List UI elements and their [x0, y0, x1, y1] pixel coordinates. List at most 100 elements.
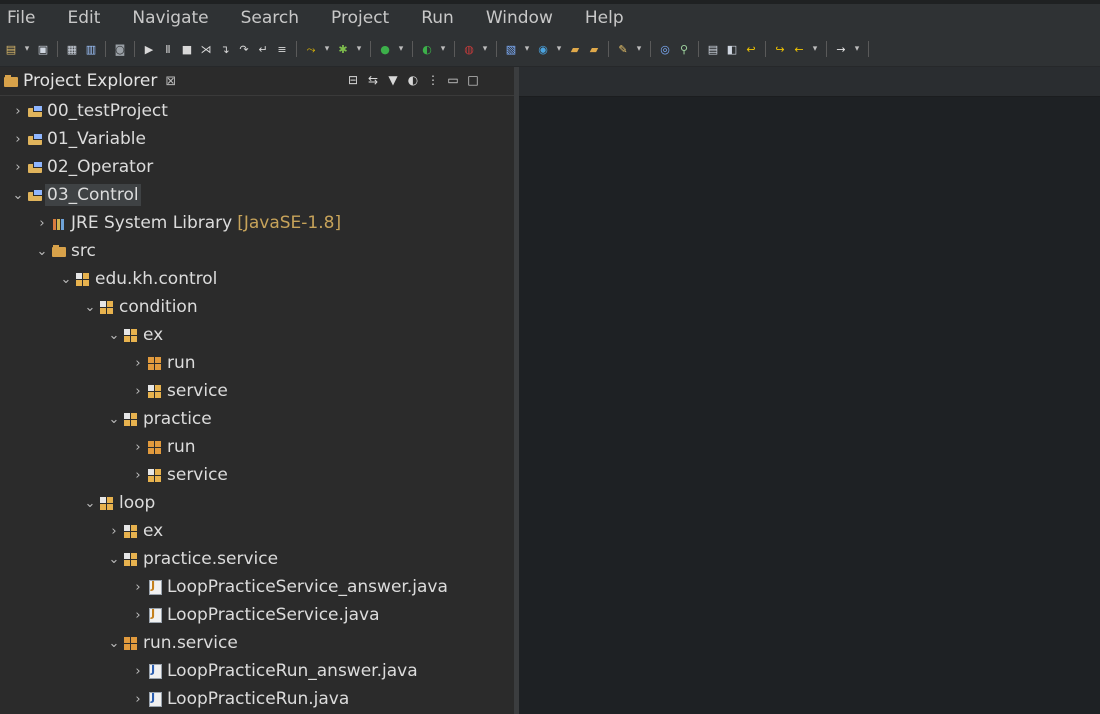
step-into-icon[interactable]: ↴ — [218, 42, 232, 56]
resume-icon[interactable]: ▶ — [142, 42, 156, 56]
collapsed-chevron-icon[interactable]: › — [10, 104, 26, 119]
print-icon[interactable]: ▥ — [84, 42, 98, 56]
tree-node[interactable]: › LoopPracticeRun.java — [0, 685, 514, 713]
search-java-icon[interactable]: ⚲ — [677, 42, 691, 56]
expanded-chevron-icon[interactable]: ⌄ — [82, 496, 98, 511]
tree-node[interactable]: › JRE System Library [JavaSE-1.8] — [0, 209, 514, 237]
menu-help[interactable]: Help — [584, 8, 625, 28]
run-icon[interactable]: ● — [378, 42, 392, 56]
collapsed-chevron-icon[interactable]: › — [130, 692, 146, 707]
collapsed-chevron-icon[interactable]: › — [130, 608, 146, 623]
open-type-icon[interactable]: ◙ — [113, 42, 127, 56]
save-icon[interactable]: ▣ — [36, 42, 50, 56]
step-return-icon[interactable]: ↵ — [256, 42, 270, 56]
expanded-chevron-icon[interactable]: ⌄ — [106, 636, 122, 651]
collapse-all-icon[interactable]: ⊟ — [346, 73, 360, 87]
open-folder-icon[interactable]: ▰ — [568, 42, 582, 56]
tree-node[interactable]: › service — [0, 461, 514, 489]
filter-icon[interactable]: ▼ — [386, 73, 400, 87]
debug-icon[interactable]: ✱ — [336, 42, 350, 56]
tree-node[interactable]: › service — [0, 377, 514, 405]
skip-breakpoints-dropdown-arrow-icon[interactable]: ▾ — [323, 42, 331, 56]
back-dropdown-arrow-icon[interactable]: ▾ — [811, 42, 819, 56]
collapsed-chevron-icon[interactable]: › — [10, 160, 26, 175]
prev-annotation-icon[interactable]: ↩ — [744, 42, 758, 56]
tree-node[interactable]: › 00_testProject — [0, 97, 514, 125]
coverage-icon[interactable]: ◐ — [420, 42, 434, 56]
last-edit-icon[interactable]: ◧ — [725, 42, 739, 56]
back-icon[interactable]: ← — [792, 42, 806, 56]
collapsed-chevron-icon[interactable]: › — [130, 468, 146, 483]
new-wizard-dropdown-arrow-icon[interactable]: ▾ — [23, 42, 31, 56]
tree-node[interactable]: ⌄ loop — [0, 489, 514, 517]
menu-navigate[interactable]: Navigate — [131, 8, 209, 28]
close-view-icon[interactable]: ⊠ — [165, 74, 176, 89]
expanded-chevron-icon[interactable]: ⌄ — [106, 412, 122, 427]
skip-breakpoints-icon[interactable]: ⤳ — [304, 42, 318, 56]
next-annotation-icon[interactable]: ↪ — [773, 42, 787, 56]
collapsed-chevron-icon[interactable]: › — [130, 440, 146, 455]
expanded-chevron-icon[interactable]: ⌄ — [106, 328, 122, 343]
expanded-chevron-icon[interactable]: ⌄ — [10, 188, 26, 203]
collapsed-chevron-icon[interactable]: › — [130, 580, 146, 595]
expanded-chevron-icon[interactable]: ⌄ — [34, 244, 50, 259]
terminate-icon[interactable]: ■ — [180, 42, 194, 56]
forward-dropdown-arrow-icon[interactable]: ▾ — [853, 42, 861, 56]
minimize-icon[interactable]: ▭ — [446, 73, 460, 87]
disconnect-icon[interactable]: ⋊ — [199, 42, 213, 56]
tree-node[interactable]: ⌄ run.service — [0, 629, 514, 657]
tree-node[interactable]: › LoopPracticeRun_answer.java — [0, 657, 514, 685]
external-tools-dropdown-arrow-icon[interactable]: ▾ — [481, 42, 489, 56]
collapsed-chevron-icon[interactable]: › — [10, 132, 26, 147]
tree-node[interactable]: › LoopPracticeService.java — [0, 601, 514, 629]
view-menu-icon[interactable]: ⋮ — [426, 73, 440, 87]
tree-node[interactable]: ⌄ practice — [0, 405, 514, 433]
tree-node[interactable]: ⌄ src — [0, 237, 514, 265]
new-wizard-icon[interactable]: ▤ — [4, 42, 18, 56]
expanded-chevron-icon[interactable]: ⌄ — [106, 552, 122, 567]
new-java-project-icon[interactable]: ▧ — [504, 42, 518, 56]
menu-file[interactable]: File — [6, 8, 36, 28]
collapsed-chevron-icon[interactable]: › — [130, 664, 146, 679]
forward-icon[interactable]: → — [834, 42, 848, 56]
tree-node[interactable]: › LoopPracticeService_answer.java — [0, 573, 514, 601]
collapsed-chevron-icon[interactable]: › — [130, 356, 146, 371]
tree-node[interactable]: ⌄ practice.service — [0, 545, 514, 573]
expanded-chevron-icon[interactable]: ⌄ — [82, 300, 98, 315]
tree-node[interactable]: › ex — [0, 517, 514, 545]
external-tools-icon[interactable]: ◍ — [462, 42, 476, 56]
menu-search[interactable]: Search — [240, 8, 300, 28]
new-java-project-dropdown-arrow-icon[interactable]: ▾ — [523, 42, 531, 56]
step-over-icon[interactable]: ↷ — [237, 42, 251, 56]
use-step-filters-icon[interactable]: ≡ — [275, 42, 289, 56]
maximize-icon[interactable]: □ — [466, 73, 480, 87]
collapsed-chevron-icon[interactable]: › — [106, 524, 122, 539]
tree-node[interactable]: › run — [0, 349, 514, 377]
new-java-class-dropdown-arrow-icon[interactable]: ▾ — [555, 42, 563, 56]
suspend-icon[interactable]: Ⅱ — [161, 42, 175, 56]
tree-node[interactable]: ⌄ condition — [0, 293, 514, 321]
save-all-icon[interactable]: ▦ — [65, 42, 79, 56]
tree-node[interactable]: › 02_Operator — [0, 153, 514, 181]
coverage-dropdown-arrow-icon[interactable]: ▾ — [439, 42, 447, 56]
annotation-icon[interactable]: ▤ — [706, 42, 720, 56]
tree-node[interactable]: ⌄ ex — [0, 321, 514, 349]
expanded-chevron-icon[interactable]: ⌄ — [58, 272, 74, 287]
project-explorer-tab[interactable]: Project Explorer ⊠ — [4, 71, 176, 91]
menu-window[interactable]: Window — [485, 8, 554, 28]
menu-edit[interactable]: Edit — [66, 8, 101, 28]
pen-dropdown-arrow-icon[interactable]: ▾ — [635, 42, 643, 56]
tree-node[interactable]: › 01_Variable — [0, 125, 514, 153]
tree-node[interactable]: ⌄ 03_Control — [0, 181, 514, 209]
collapsed-chevron-icon[interactable]: › — [130, 384, 146, 399]
debug-dropdown-arrow-icon[interactable]: ▾ — [355, 42, 363, 56]
focus-icon[interactable]: ◐ — [406, 73, 420, 87]
collapsed-chevron-icon[interactable]: › — [34, 216, 50, 231]
menu-project[interactable]: Project — [330, 8, 390, 28]
tree-node[interactable]: › run — [0, 433, 514, 461]
new-java-class-icon[interactable]: ◉ — [536, 42, 550, 56]
globe-icon[interactable]: ◎ — [658, 42, 672, 56]
run-dropdown-arrow-icon[interactable]: ▾ — [397, 42, 405, 56]
menu-run[interactable]: Run — [420, 8, 455, 28]
pen-icon[interactable]: ✎ — [616, 42, 630, 56]
